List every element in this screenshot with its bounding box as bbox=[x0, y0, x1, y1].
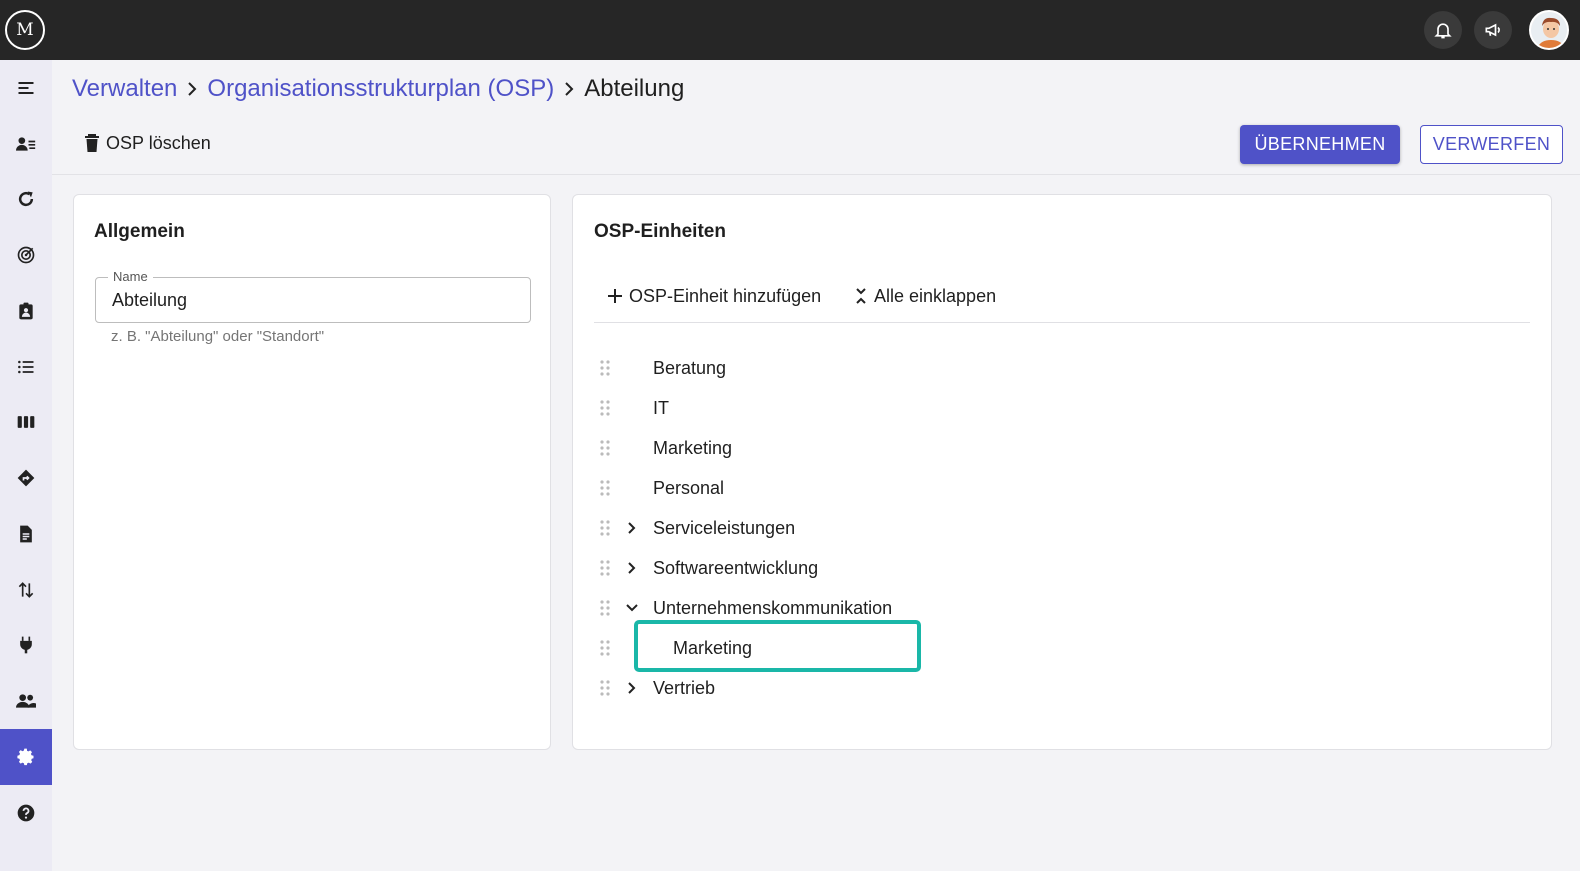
sidebar-item-menu[interactable] bbox=[0, 60, 52, 116]
breadcrumb-link-osp[interactable]: Organisationsstrukturplan (OSP) bbox=[207, 75, 554, 103]
drag-handle-icon[interactable] bbox=[599, 359, 611, 377]
sidebar-item-badge[interactable] bbox=[0, 283, 52, 339]
tree-item-label[interactable]: Marketing bbox=[673, 638, 752, 659]
menu-icon bbox=[18, 81, 34, 95]
page-title: Abteilung bbox=[584, 75, 685, 102]
announcements-button[interactable] bbox=[1474, 11, 1512, 49]
bell-icon bbox=[1434, 23, 1452, 39]
header-divider bbox=[52, 174, 1580, 175]
general-card-title: Allgemein bbox=[94, 221, 185, 242]
tree-row[interactable]: Vertrieb bbox=[573, 669, 1533, 707]
transfer-icon bbox=[18, 582, 34, 598]
user-avatar[interactable] bbox=[1529, 10, 1569, 50]
tree-row[interactable]: Personal bbox=[573, 469, 1533, 507]
plug-icon bbox=[20, 636, 32, 654]
drag-handle-icon[interactable] bbox=[599, 519, 611, 537]
sidebar-item-list[interactable] bbox=[0, 339, 52, 395]
add-osp-unit-label: OSP-Einheit hinzufügen bbox=[629, 285, 822, 306]
logo-text: M bbox=[16, 20, 34, 40]
notifications-button[interactable] bbox=[1424, 11, 1462, 49]
chevron-right-icon[interactable] bbox=[625, 521, 639, 535]
tree-item-label[interactable]: IT bbox=[653, 398, 669, 419]
drag-handle-icon[interactable] bbox=[599, 679, 611, 697]
trash-icon bbox=[85, 134, 99, 152]
osp-units-card: OSP-Einheiten OSP-Einheit hinzufügen All… bbox=[572, 194, 1552, 750]
collapse-all-label: Alle einklappen bbox=[874, 285, 997, 306]
collapse-all-icon bbox=[856, 288, 866, 304]
name-field-hint: z. B. "Abteilung" oder "Standort" bbox=[111, 328, 325, 345]
sidebar-item-routes[interactable] bbox=[0, 450, 52, 506]
sidebar bbox=[0, 60, 52, 871]
app-logo[interactable]: M bbox=[5, 10, 45, 50]
user-list-icon bbox=[16, 137, 36, 151]
tree-row[interactable]: IT bbox=[573, 389, 1533, 427]
sidebar-item-people-list[interactable] bbox=[0, 116, 52, 172]
sidebar-item-cycles[interactable] bbox=[0, 171, 52, 227]
tree-item-label[interactable]: Softwareentwicklung bbox=[653, 558, 818, 579]
chevron-right-icon bbox=[562, 81, 576, 97]
sidebar-item-teams[interactable] bbox=[0, 673, 52, 729]
tree-row[interactable]: Unternehmenskommunikation bbox=[573, 589, 1533, 627]
chevron-right-icon[interactable] bbox=[625, 681, 639, 695]
delete-osp-button[interactable]: OSP löschen bbox=[84, 130, 211, 156]
delete-osp-label: OSP löschen bbox=[106, 132, 211, 153]
tree-row[interactable]: Beratung bbox=[573, 349, 1533, 387]
drag-handle-icon[interactable] bbox=[599, 479, 611, 497]
chevron-down-icon[interactable] bbox=[625, 601, 639, 615]
avatar-icon bbox=[1531, 12, 1567, 48]
sidebar-item-help[interactable] bbox=[0, 785, 52, 841]
chevron-right-icon bbox=[185, 81, 199, 97]
refresh-cycle-icon bbox=[18, 191, 34, 207]
drag-handle-icon[interactable] bbox=[599, 639, 611, 657]
sidebar-item-integrations[interactable] bbox=[0, 617, 52, 673]
discard-button[interactable]: VERWERFEN bbox=[1420, 125, 1563, 164]
sidebar-item-transfer[interactable] bbox=[0, 562, 52, 618]
toolbar-divider bbox=[594, 322, 1530, 323]
sidebar-item-documents[interactable] bbox=[0, 506, 52, 562]
name-field[interactable]: Name Abteilung bbox=[95, 269, 531, 323]
tree-item-label[interactable]: Vertrieb bbox=[653, 678, 715, 699]
document-icon bbox=[20, 525, 32, 543]
breadcrumb: Verwalten Organisationsstrukturplan (OSP… bbox=[72, 72, 684, 106]
tree-row[interactable]: Marketing bbox=[573, 429, 1533, 467]
help-icon bbox=[17, 804, 35, 822]
apply-button[interactable]: ÜBERNEHMEN bbox=[1240, 125, 1400, 164]
add-osp-unit-button[interactable]: OSP-Einheit hinzufügen bbox=[607, 283, 821, 309]
badge-icon bbox=[19, 302, 33, 320]
list-icon bbox=[18, 360, 34, 374]
breadcrumb-link-manage[interactable]: Verwalten bbox=[72, 75, 177, 103]
sidebar-item-settings[interactable] bbox=[0, 729, 52, 785]
route-icon bbox=[17, 469, 35, 487]
collapse-all-button[interactable]: Alle einklappen bbox=[854, 283, 996, 309]
top-bar: M bbox=[0, 0, 1580, 60]
gear-icon bbox=[17, 748, 34, 766]
drag-handle-icon[interactable] bbox=[599, 439, 611, 457]
osp-units-title: OSP-Einheiten bbox=[594, 221, 726, 242]
chevron-right-icon[interactable] bbox=[625, 561, 639, 575]
drag-handle-icon[interactable] bbox=[599, 599, 611, 617]
general-card: Allgemein Name Abteilung z. B. "Abteilun… bbox=[73, 194, 551, 750]
tree-item-label[interactable]: Beratung bbox=[653, 358, 726, 379]
sidebar-item-columns[interactable] bbox=[0, 394, 52, 450]
name-field-label: Name bbox=[108, 269, 153, 284]
megaphone-icon bbox=[1485, 23, 1500, 37]
drag-handle-icon[interactable] bbox=[599, 559, 611, 577]
sidebar-item-goals[interactable] bbox=[0, 227, 52, 283]
tree-item-label[interactable]: Personal bbox=[653, 478, 724, 499]
name-field-value[interactable]: Abteilung bbox=[112, 290, 187, 311]
tree-item-label[interactable]: Unternehmenskommunikation bbox=[653, 598, 892, 619]
drag-handle-icon[interactable] bbox=[599, 399, 611, 417]
columns-icon bbox=[17, 416, 35, 428]
tree-row[interactable]: Softwareentwicklung bbox=[573, 549, 1533, 587]
tree-item-label[interactable]: Marketing bbox=[653, 438, 732, 459]
target-icon bbox=[17, 246, 35, 264]
plus-icon bbox=[608, 289, 622, 303]
people-icon bbox=[16, 694, 36, 708]
tree-row[interactable]: Serviceleistungen bbox=[573, 509, 1533, 547]
tree-item-label[interactable]: Serviceleistungen bbox=[653, 518, 795, 539]
tree-row-child[interactable]: Marketing bbox=[573, 629, 1533, 667]
